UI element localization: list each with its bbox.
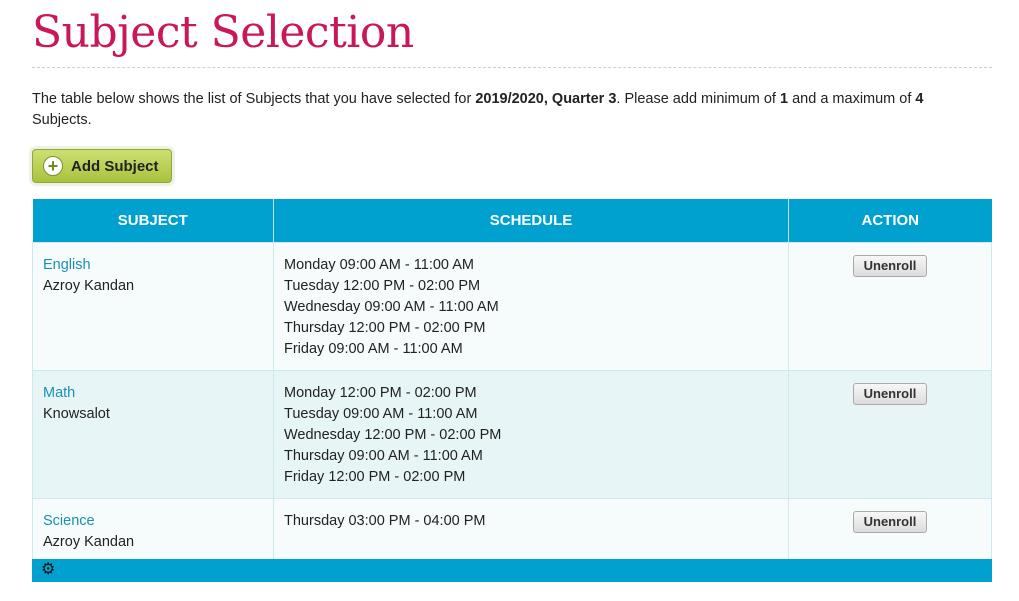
subject-link-english[interactable]: English [43, 255, 263, 276]
subject-cell: English Azroy Kandan [32, 242, 274, 371]
subject-link-math[interactable]: Math [43, 383, 263, 404]
intro-part4: Subjects. [32, 112, 92, 128]
schedule-line: Thursday 12:00 PM - 02:00 PM [284, 320, 486, 336]
schedule-line: Thursday 03:00 PM - 04:00 PM [284, 513, 486, 529]
table-header-row: SUBJECT SCHEDULE ACTION [32, 199, 992, 243]
table-footer-bar: ⚙ [32, 559, 992, 582]
schedule-cell: Monday 12:00 PM - 02:00 PM Tuesday 09:00… [273, 370, 789, 499]
table-row: English Azroy Kandan Monday 09:00 AM - 1… [32, 242, 992, 371]
intro-part2: . Please add minimum of [616, 91, 780, 107]
teacher-name: Azroy Kandan [43, 278, 135, 294]
header-subject: SUBJECT [32, 199, 274, 243]
subject-link-science[interactable]: Science [43, 511, 263, 532]
teacher-name: Azroy Kandan [43, 534, 135, 550]
title-divider [32, 67, 992, 68]
intro-text: The table below shows the list of Subjec… [32, 89, 982, 131]
schedule-line: Thursday 09:00 AM - 11:00 AM [284, 448, 483, 464]
action-cell: Unenroll [788, 370, 992, 499]
subject-cell: Math Knowsalot [32, 370, 274, 499]
table-row: Math Knowsalot Monday 12:00 PM - 02:00 P… [32, 370, 992, 499]
gear-icon[interactable]: ⚙ [41, 561, 55, 579]
action-cell: Unenroll [788, 242, 992, 371]
unenroll-science-button[interactable]: Unenroll [852, 511, 928, 533]
page-container: Subject Selection The table below shows … [32, 0, 992, 582]
schedule-line: Friday 09:00 AM - 11:00 AM [284, 341, 463, 357]
teacher-name: Knowsalot [43, 406, 110, 422]
page-title: Subject Selection [32, 7, 414, 58]
add-subject-label: Add Subject [71, 157, 159, 175]
schedule-line: Monday 09:00 AM - 11:00 AM [284, 257, 474, 273]
schedule-cell: Monday 09:00 AM - 11:00 AM Tuesday 12:00… [273, 242, 789, 371]
unenroll-math-button[interactable]: Unenroll [852, 383, 928, 405]
subjects-table: SUBJECT SCHEDULE ACTION English Azroy Ka… [32, 199, 992, 564]
plus-circle-icon: + [43, 156, 63, 176]
schedule-line: Friday 12:00 PM - 02:00 PM [284, 469, 466, 485]
schedule-cell: Thursday 03:00 PM - 04:00 PM [273, 498, 789, 564]
intro-part1: The table below shows the list of Subjec… [32, 91, 476, 107]
schedule-line: Tuesday 09:00 AM - 11:00 AM [284, 406, 478, 422]
schedule-line: Wednesday 12:00 PM - 02:00 PM [284, 427, 502, 443]
unenroll-english-button[interactable]: Unenroll [852, 255, 928, 277]
intro-part3: and a maximum of [788, 91, 916, 107]
subject-cell: Science Azroy Kandan [32, 498, 274, 564]
action-cell: Unenroll [788, 498, 992, 564]
intro-max: 4 [915, 91, 924, 107]
intro-min: 1 [780, 91, 789, 107]
schedule-line: Wednesday 09:00 AM - 11:00 AM [284, 299, 499, 315]
header-action: ACTION [788, 199, 992, 243]
schedule-line: Tuesday 12:00 PM - 02:00 PM [284, 278, 481, 294]
intro-term: 2019/2020, Quarter 3 [475, 91, 617, 107]
table-row: Science Azroy Kandan Thursday 03:00 PM -… [32, 498, 992, 564]
add-subject-button[interactable]: + Add Subject [32, 149, 172, 183]
header-schedule: SCHEDULE [273, 199, 789, 243]
schedule-line: Monday 12:00 PM - 02:00 PM [284, 385, 477, 401]
